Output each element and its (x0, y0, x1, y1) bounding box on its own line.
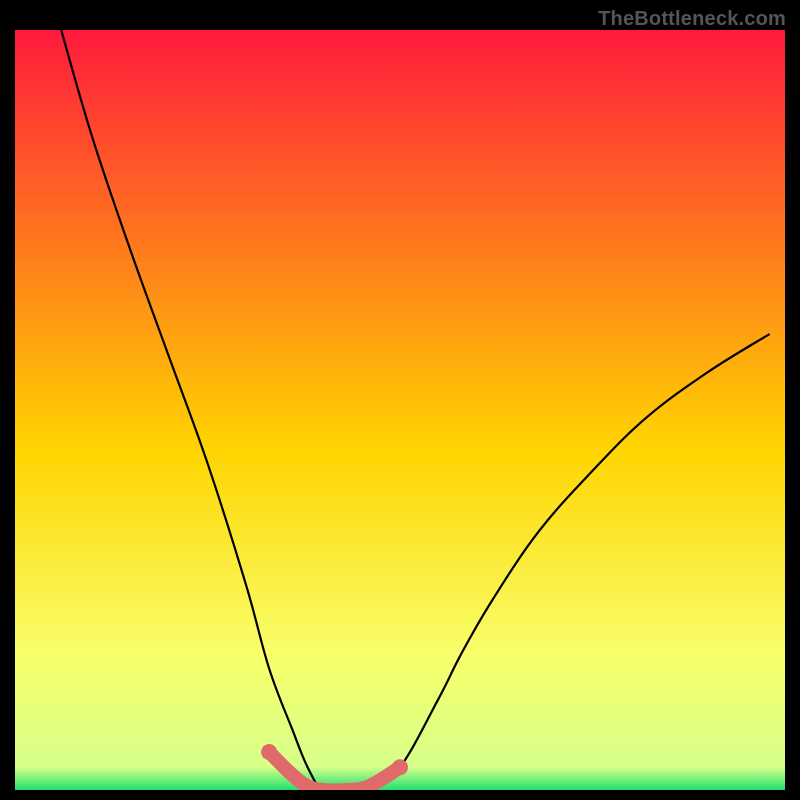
floor-band-end-dot (392, 759, 408, 775)
watermark-text: TheBottleneck.com (598, 8, 786, 31)
floor-band-end-dot (261, 744, 277, 760)
gradient-plot-area (15, 30, 785, 790)
chart-svg (0, 0, 800, 800)
chart-frame: { "watermark": "TheBottleneck.com", "col… (0, 0, 800, 800)
